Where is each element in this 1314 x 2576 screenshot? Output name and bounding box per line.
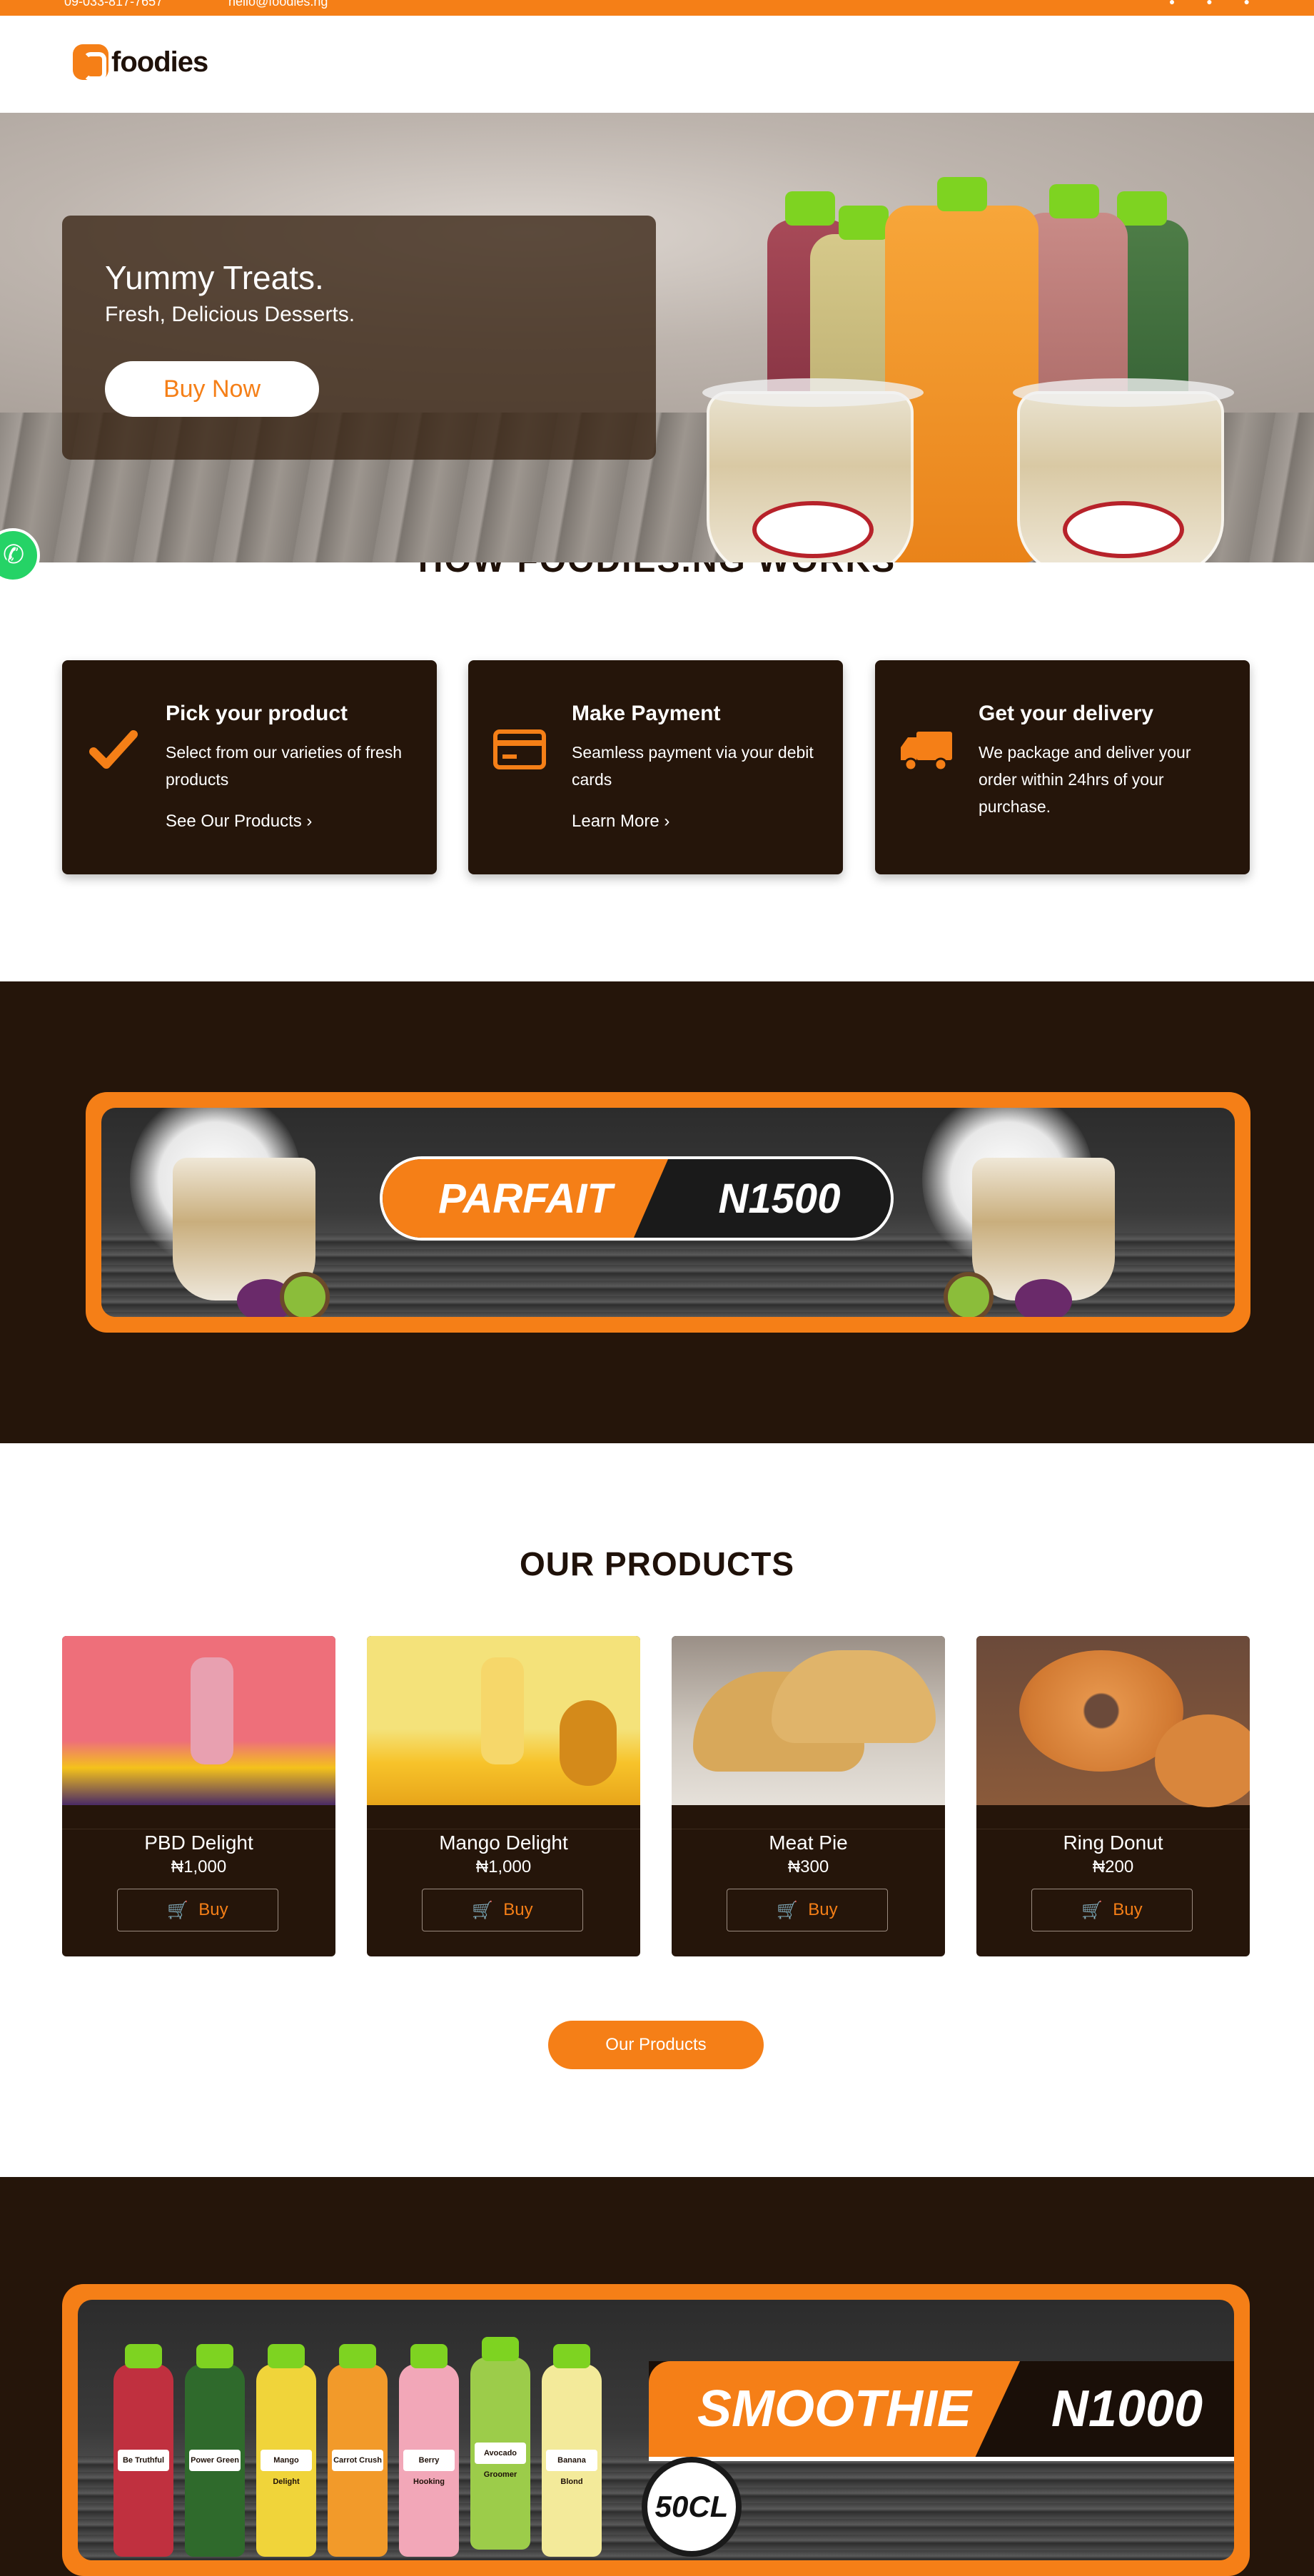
email-text: hello@foodies.ng bbox=[228, 0, 328, 9]
cart-icon: 🛒 bbox=[472, 1900, 494, 1920]
how-card-title: Pick your product bbox=[166, 702, 348, 725]
products-title: OUR PRODUCTS bbox=[519, 1545, 795, 1582]
cart-icon: 🛒 bbox=[777, 1900, 799, 1920]
how-card-get-delivery: Get your delivery We package and deliver… bbox=[875, 660, 1250, 874]
learn-more-link[interactable]: Learn More › bbox=[572, 812, 669, 832]
checkmark-icon bbox=[89, 730, 138, 769]
smoothie-bottle: Power Green bbox=[185, 2344, 245, 2557]
product-card-mango-delight: Mango Delight ₦1,000 🛒 Buy bbox=[367, 1636, 640, 1956]
product-price: ₦200 bbox=[1092, 1857, 1134, 1877]
buy-label: Buy bbox=[198, 1900, 228, 1919]
product-card-pbd-delight: PBD Delight ₦1,000 🛒 Buy bbox=[62, 1636, 335, 1956]
buy-label: Buy bbox=[808, 1900, 838, 1919]
how-card-pick-product: Pick your product Select from our variet… bbox=[62, 660, 437, 874]
kiwi-left bbox=[280, 1272, 330, 1317]
smoothie-label: SMOOTHIE bbox=[649, 2361, 1020, 2457]
buy-button[interactable]: 🛒 Buy bbox=[727, 1889, 888, 1931]
product-name: Mango Delight bbox=[439, 1832, 568, 1854]
smoothie-bottle: Be Truthful bbox=[113, 2344, 173, 2557]
kiwi-right bbox=[944, 1272, 994, 1317]
hero-text-box: Yummy Treats. Fresh, Delicious Desserts.… bbox=[62, 216, 656, 460]
product-name: PBD Delight bbox=[144, 1832, 253, 1854]
how-card-make-payment: Make Payment Seamless payment via your d… bbox=[468, 660, 843, 874]
product-card-meat-pie: Meat Pie ₦300 🛒 Buy bbox=[672, 1636, 945, 1956]
how-card-title: Get your delivery bbox=[979, 702, 1154, 725]
delivery-truck-icon bbox=[901, 732, 952, 772]
product-name: Meat Pie bbox=[769, 1832, 848, 1854]
buy-button[interactable]: 🛒 Buy bbox=[117, 1889, 278, 1931]
site-header: foodies bbox=[0, 16, 1314, 113]
smoothie-banner[interactable]: Be Truthful Power Green Mango Delight Ca… bbox=[62, 2284, 1250, 2576]
credit-card-icon bbox=[493, 729, 546, 769]
smoothie-banner-image: Be Truthful Power Green Mango Delight Ca… bbox=[78, 2300, 1234, 2560]
hero-parfait-cup-right bbox=[1013, 378, 1234, 562]
smoothie-bottle: Banana Blond bbox=[542, 2344, 602, 2557]
cart-icon: 🛒 bbox=[1081, 1900, 1103, 1920]
smoothie-bottle: Berry Hooking bbox=[399, 2344, 459, 2557]
volume-badge: 50CL bbox=[642, 2457, 742, 2557]
hero-subtitle: Fresh, Delicious Desserts. bbox=[105, 303, 355, 326]
buy-label: Buy bbox=[503, 1900, 533, 1919]
parfait-price: N1500 bbox=[718, 1175, 841, 1222]
buy-now-button[interactable]: Buy Now bbox=[105, 361, 319, 417]
how-card-text: Seamless payment via your debit cards bbox=[572, 743, 814, 789]
product-price: ₦1,000 bbox=[171, 1857, 227, 1877]
product-image[interactable] bbox=[672, 1636, 945, 1805]
logo-icon bbox=[73, 44, 108, 81]
our-products-button[interactable]: Our Products bbox=[548, 2021, 764, 2069]
parfait-banner[interactable]: PARFAIT N1500 bbox=[86, 1092, 1250, 1333]
parfait-banner-image: PARFAIT N1500 bbox=[101, 1108, 1235, 1317]
smoothie-bottle: Avocado Groomer bbox=[470, 2337, 530, 2550]
smoothie-price: N1000 bbox=[1051, 2380, 1203, 2438]
buy-button[interactable]: 🛒 Buy bbox=[422, 1889, 583, 1931]
see-our-products-link[interactable]: See Our Products › bbox=[166, 812, 312, 832]
smoothie-bottle: Mango Delight bbox=[256, 2344, 316, 2557]
how-card-text: Select from our varieties of fresh produ… bbox=[166, 743, 403, 789]
product-price: ₦1,000 bbox=[475, 1857, 532, 1877]
hero-title: Yummy Treats. bbox=[105, 259, 324, 296]
parfait-label: PARFAIT bbox=[383, 1159, 668, 1238]
parfait-section: PARFAIT N1500 bbox=[0, 981, 1314, 1443]
logo-text: foodies bbox=[111, 46, 208, 78]
how-card-text: We package and deliver your order within… bbox=[979, 743, 1191, 816]
hero-parfait-cup-left bbox=[702, 378, 924, 562]
how-card-title: Make Payment bbox=[572, 702, 721, 725]
site-logo[interactable]: foodies bbox=[73, 44, 208, 81]
top-contact-bar: 09-033-817-7657 hello@foodies.ng ● ● ● bbox=[0, 0, 1314, 16]
berries-right bbox=[1015, 1279, 1072, 1317]
social-icons[interactable]: ● ● ● bbox=[1169, 0, 1264, 7]
buy-button[interactable]: 🛒 Buy bbox=[1031, 1889, 1193, 1931]
buy-label: Buy bbox=[1113, 1900, 1143, 1919]
product-image[interactable] bbox=[62, 1636, 335, 1805]
parfait-price-pill: PARFAIT N1500 bbox=[380, 1156, 894, 1241]
hero-banner: Yummy Treats. Fresh, Delicious Desserts.… bbox=[0, 113, 1314, 562]
product-card-ring-donut: Ring Donut ₦200 🛒 Buy bbox=[976, 1636, 1250, 1956]
how-it-works-title: HOW FOODIES.NG WORKS bbox=[0, 562, 1314, 605]
how-it-works-title-text: HOW FOODIES.NG WORKS bbox=[418, 562, 896, 580]
product-price: ₦300 bbox=[787, 1857, 829, 1877]
cart-icon: 🛒 bbox=[167, 1900, 189, 1920]
product-image[interactable] bbox=[976, 1636, 1250, 1807]
phone-text: 09-033-817-7657 bbox=[64, 0, 163, 9]
product-name: Ring Donut bbox=[1063, 1832, 1163, 1854]
smoothie-section: Be Truthful Power Green Mango Delight Ca… bbox=[0, 2177, 1314, 2576]
product-image[interactable] bbox=[367, 1636, 640, 1805]
smoothie-bottle: Carrot Crush bbox=[328, 2344, 388, 2557]
smoothie-label-block: SMOOTHIE N1000 bbox=[649, 2361, 1234, 2461]
